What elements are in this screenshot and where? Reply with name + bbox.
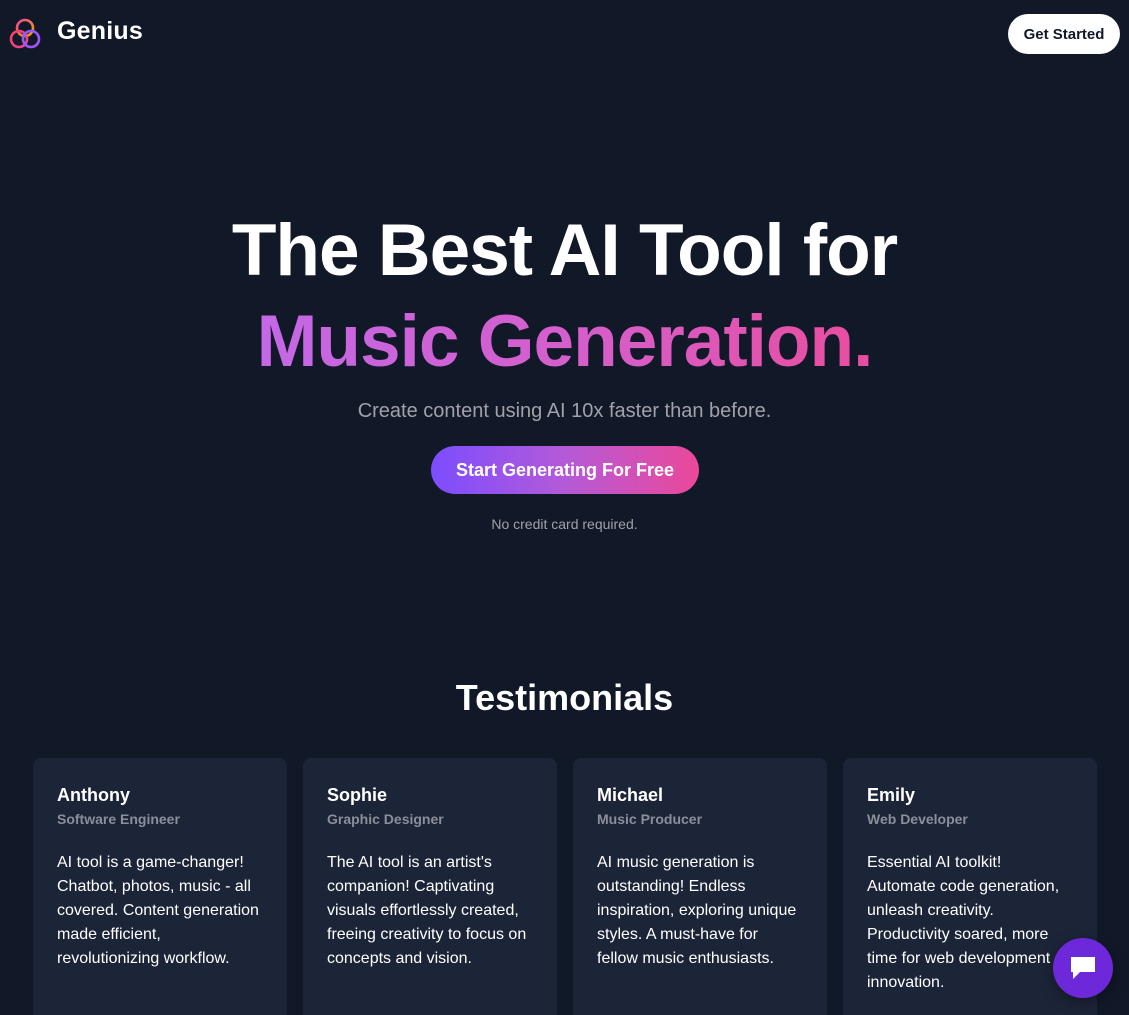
testimonial-quote: AI tool is a game-changer! Chatbot, phot… <box>57 854 259 967</box>
testimonials-heading: Testimonials <box>455 677 674 718</box>
three-rings-logo-icon[interactable] <box>8 17 42 51</box>
chat-bubble-icon <box>1071 957 1095 979</box>
testimonial-role: Web Developer <box>867 811 968 827</box>
testimonial-role: Software Engineer <box>57 811 180 827</box>
hero-title-gradient-text: Music Generation. <box>256 301 874 382</box>
testimonial-name: Emily <box>867 785 916 805</box>
no-credit-card-note: No credit card required. <box>491 516 638 532</box>
testimonial-name: Anthony <box>57 785 130 805</box>
hero-title-line1: The Best AI Tool for <box>231 210 898 291</box>
testimonial-name: Michael <box>597 785 664 805</box>
landing-page: Genius Get Started The Best AI Tool for … <box>0 0 1129 1015</box>
testimonial-role: Music Producer <box>597 811 703 827</box>
start-generating-button[interactable]: Start Generating For Free <box>431 446 699 494</box>
testimonial-card: Anthony Software Engineer AI tool is a g… <box>33 758 287 1015</box>
top-nav: Genius Get Started <box>0 0 1129 68</box>
testimonial-quote: The AI tool is an artist's companion! Ca… <box>327 854 527 967</box>
hero-subtitle: Create content using AI 10x faster than … <box>357 400 772 422</box>
testimonial-role: Graphic Designer <box>327 811 444 827</box>
hero-title-line2: Music Generation. <box>0 305 1129 378</box>
chat-widget-button[interactable] <box>1053 938 1113 998</box>
testimonial-name: Sophie <box>327 785 388 805</box>
testimonial-quote: Essential AI toolkit! Automate code gene… <box>867 854 1060 991</box>
brand-name[interactable]: Genius <box>57 17 143 46</box>
testimonial-quote: AI music generation is outstanding! Endl… <box>597 854 797 967</box>
testimonial-card: Sophie Graphic Designer The AI tool is a… <box>303 758 557 1015</box>
get-started-button[interactable]: Get Started <box>1008 14 1120 54</box>
testimonial-card: Michael Music Producer AI music generati… <box>573 758 827 1015</box>
